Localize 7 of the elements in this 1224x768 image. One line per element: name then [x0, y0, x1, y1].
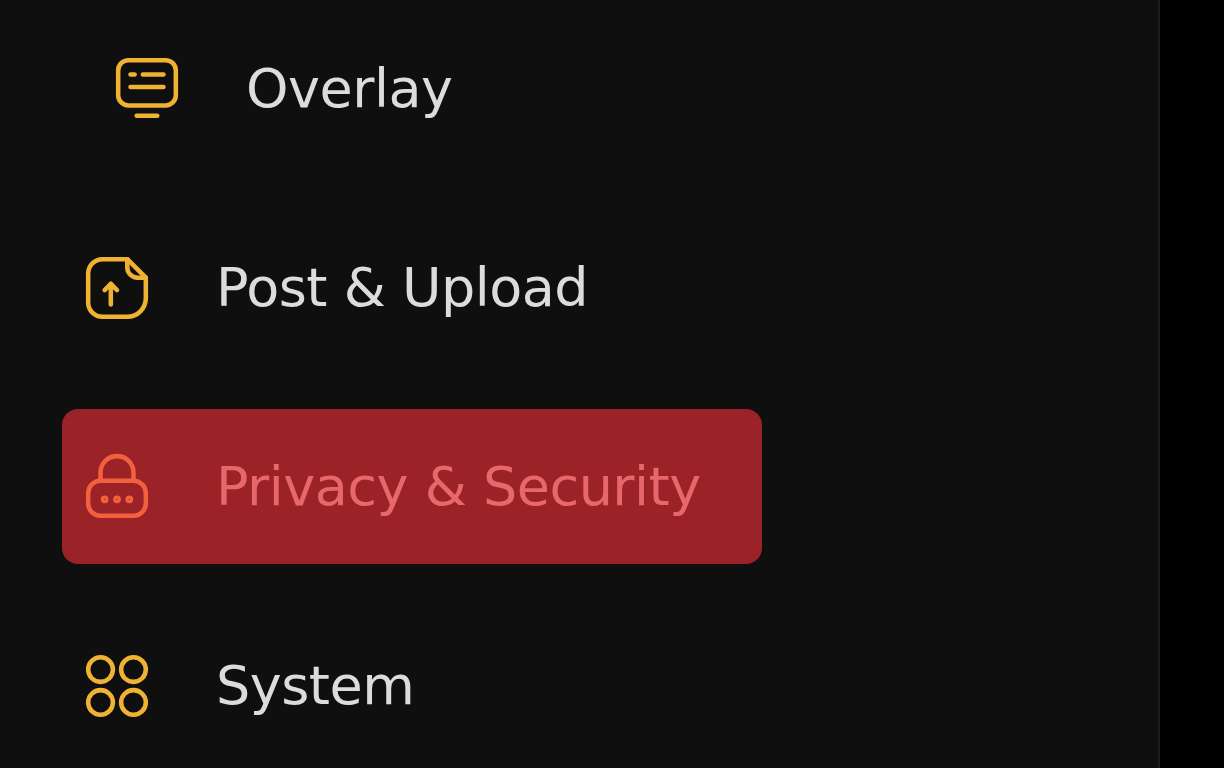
sidebar-item[interactable]: Post & Upload	[62, 210, 762, 365]
sidebar-item-label: System	[216, 653, 415, 719]
sidebar-item-label: Privacy & Security	[216, 454, 701, 520]
sidebar-item-label: Overlay	[246, 56, 453, 122]
sidebar-item[interactable]: Overlay	[62, 11, 762, 166]
sidebar-item[interactable]: System	[62, 608, 762, 763]
sidebar-item-label: Post & Upload	[216, 255, 589, 321]
